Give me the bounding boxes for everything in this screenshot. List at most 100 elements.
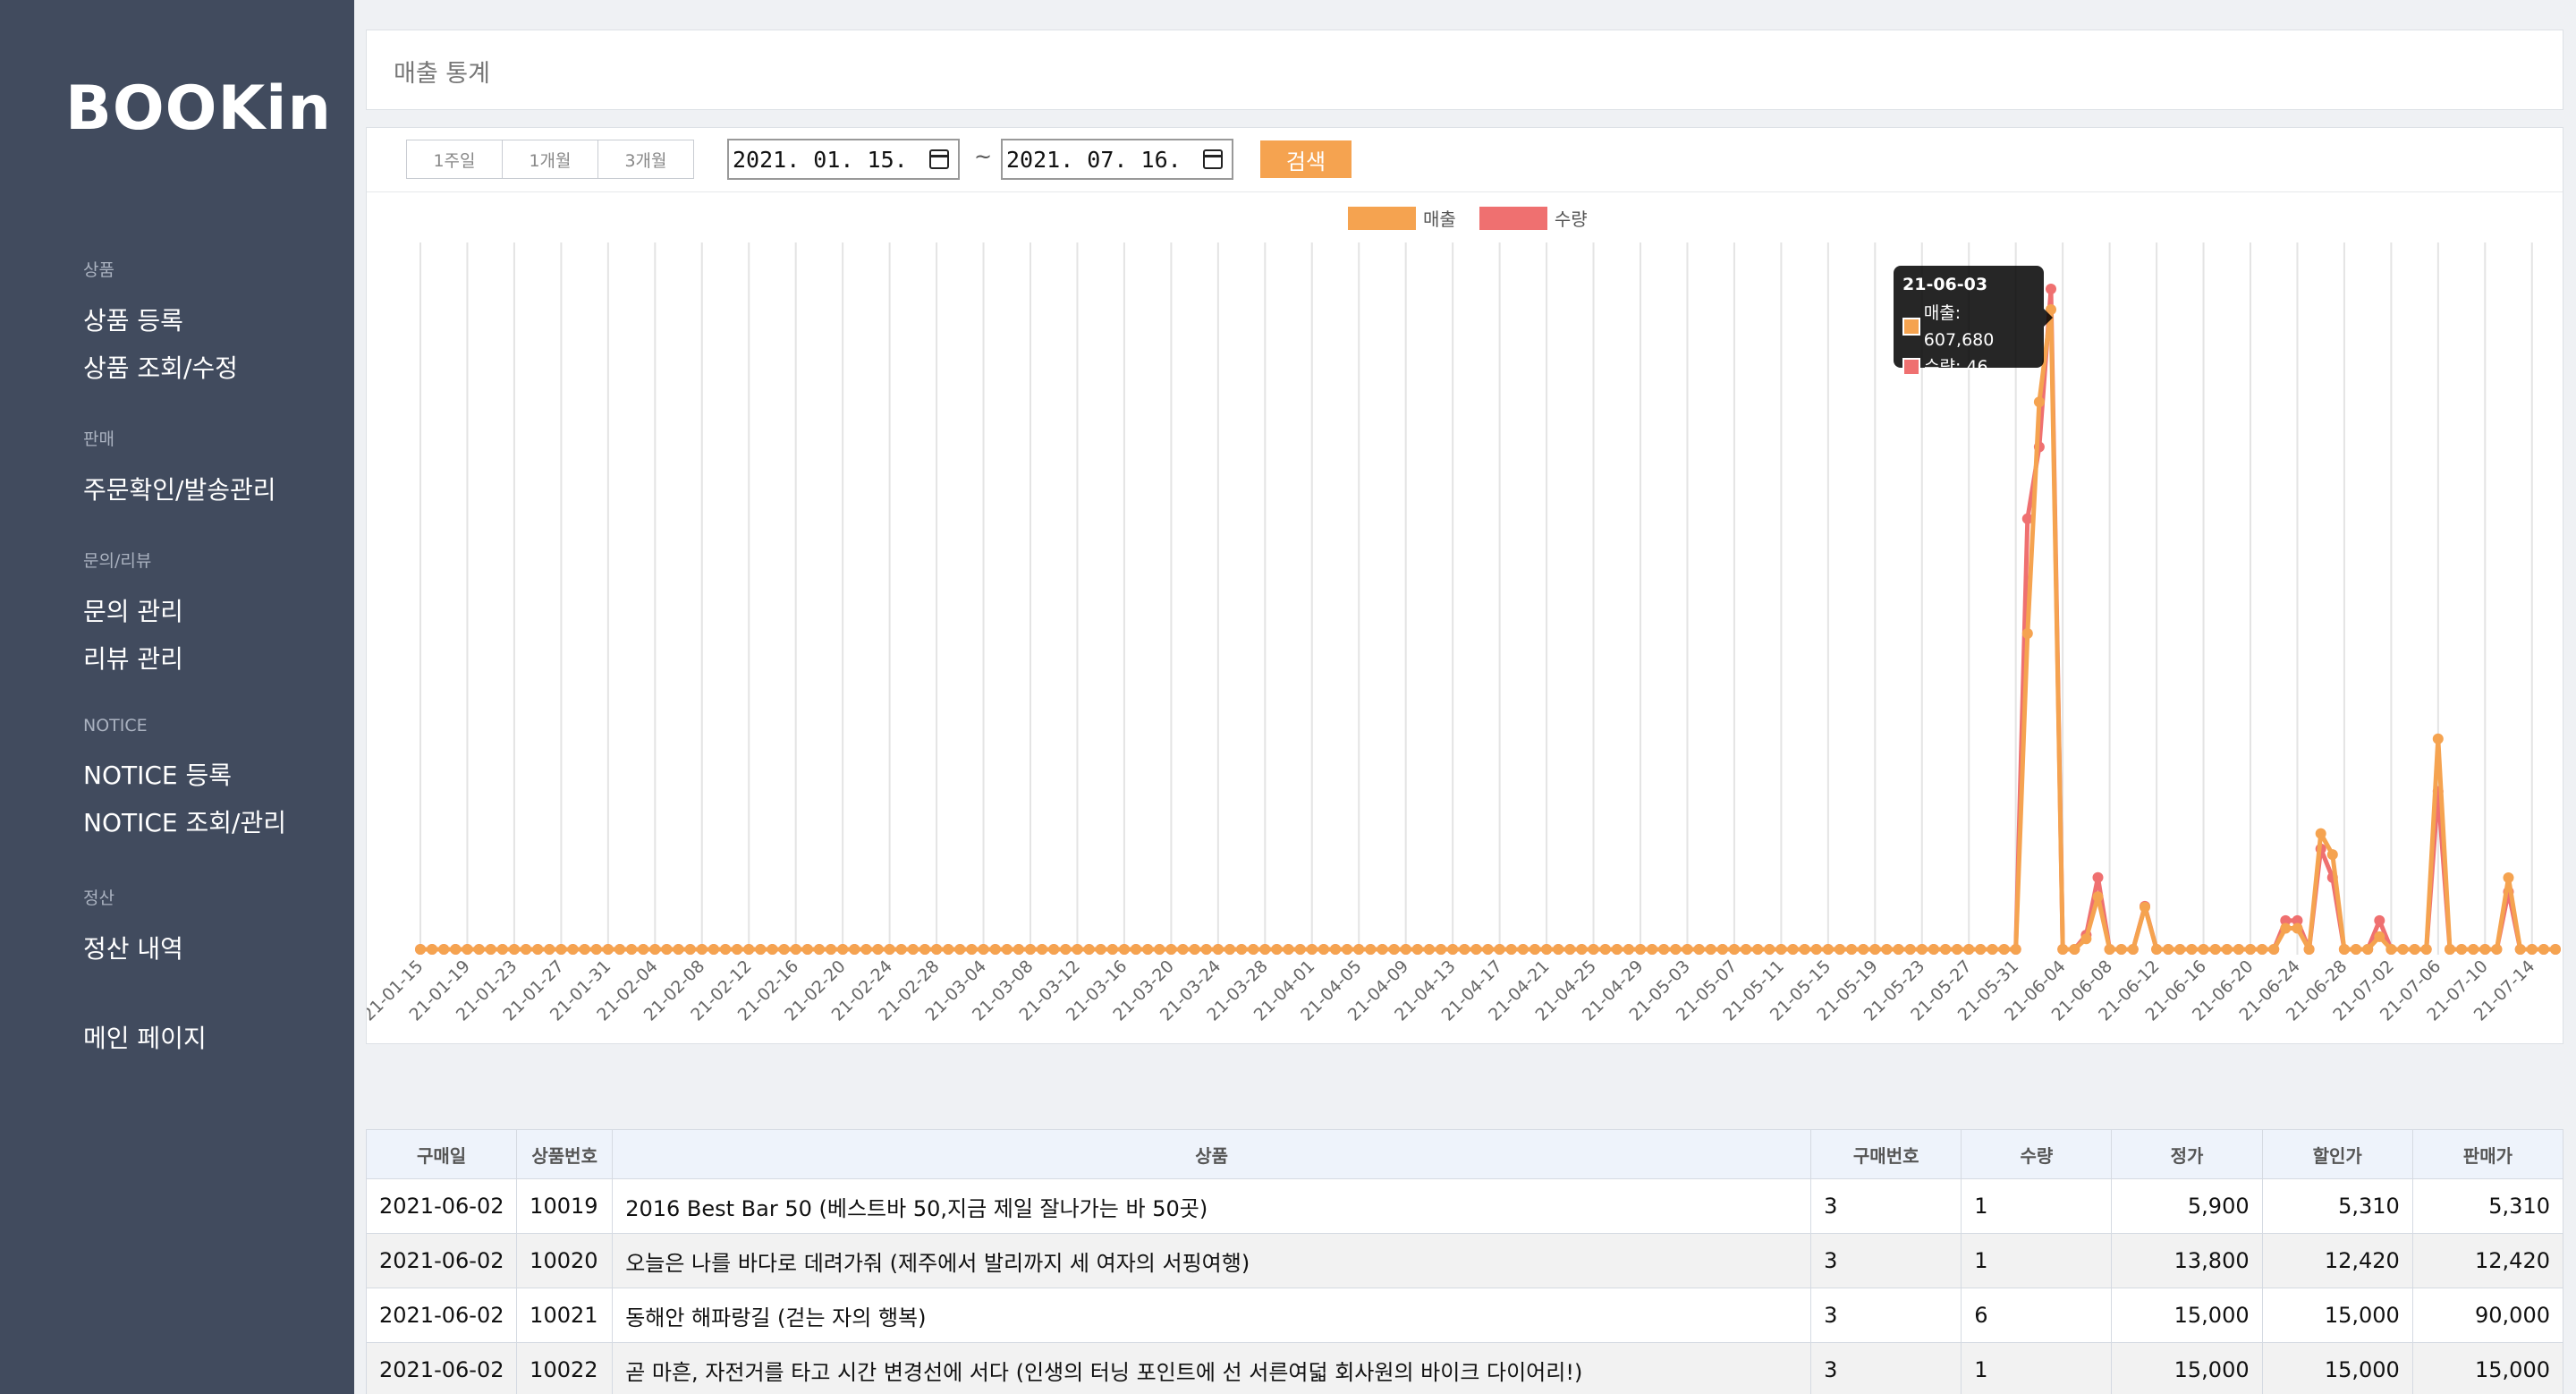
sidebar-item-notice-register[interactable]: NOTICE 등록	[83, 752, 286, 799]
legend-swatch-sales[interactable]	[1348, 206, 1416, 230]
table-cell: 5,900	[2111, 1178, 2263, 1234]
data-point	[1658, 944, 1670, 955]
data-point	[1165, 944, 1177, 955]
table-cell: 15,000	[2111, 1342, 2263, 1394]
data-point	[590, 944, 602, 955]
data-point	[1025, 944, 1036, 955]
data-point	[1037, 944, 1048, 955]
table-cell: 2021-06-02	[365, 1178, 518, 1234]
data-point	[1106, 944, 1118, 955]
table-cell: 15,000	[2261, 1288, 2413, 1343]
data-point	[1682, 944, 1693, 955]
data-point	[907, 944, 919, 955]
data-point	[544, 944, 555, 955]
data-point	[2021, 628, 2033, 639]
data-point	[1330, 944, 1341, 955]
table-row[interactable]: 2021-06-02 10020 오늘은 나를 바다로 데려가줘 (제주에서 발리까…	[365, 1233, 2564, 1288]
nav-section-settlement: 정산 정산 내역	[83, 885, 183, 973]
tooltip-row-sales: 매출: 607,680	[1902, 300, 2035, 353]
data-point	[2468, 944, 2479, 955]
data-point	[1095, 944, 1106, 955]
sidebar-item-settlement[interactable]: 정산 내역	[83, 925, 183, 973]
column-header: 상품	[612, 1129, 1812, 1179]
sidebar-item-product-register[interactable]: 상품 등록	[83, 297, 238, 344]
table-cell: 10020	[516, 1233, 614, 1288]
data-point	[1377, 944, 1388, 955]
data-point	[1294, 944, 1306, 955]
table-cell: 1	[1961, 1342, 2113, 1394]
table-cell: 3	[1810, 1178, 1962, 1234]
data-point	[1752, 944, 1764, 955]
table-cell: 15,000	[2111, 1288, 2263, 1343]
data-point	[415, 944, 426, 955]
data-point	[1271, 944, 1283, 955]
table-cell: 오늘은 나를 바다로 데려가줘 (제주에서 발리까지 세 여자의 서핑여행)	[612, 1233, 1812, 1288]
column-header: 구매번호	[1810, 1129, 1962, 1179]
data-point	[743, 944, 755, 955]
data-point	[837, 944, 849, 955]
data-point	[943, 944, 954, 955]
data-point	[872, 944, 884, 955]
data-point	[2127, 944, 2139, 955]
data-point	[521, 944, 531, 955]
data-point	[2092, 871, 2104, 883]
data-point	[508, 944, 520, 955]
sidebar-item-inquiry[interactable]: 문의 관리	[83, 588, 183, 635]
data-point	[2151, 944, 2163, 955]
data-point	[931, 944, 943, 955]
table-cell: 10019	[516, 1178, 614, 1234]
legend-label-quantity: 수량	[1554, 208, 1588, 230]
data-point	[1060, 944, 1072, 955]
table-row[interactable]: 2021-06-02 10019 2016 Best Bar 50 (베스트바 50…	[365, 1178, 2564, 1234]
data-point	[2514, 944, 2526, 955]
data-point	[1893, 944, 1904, 955]
data-point	[567, 944, 579, 955]
data-point	[778, 944, 790, 955]
data-point	[1846, 944, 1858, 955]
table-row[interactable]: 2021-06-02 10022 곧 마흔, 자전거를 타고 시간 변경선에 서다 …	[365, 1342, 2564, 1394]
data-point	[1835, 944, 1845, 955]
column-header: 정가	[2111, 1129, 2263, 1179]
data-point	[1517, 944, 1529, 955]
data-point	[1987, 944, 1998, 955]
data-point	[2033, 396, 2045, 408]
data-point	[884, 944, 895, 955]
data-point	[1611, 944, 1623, 955]
data-point	[966, 944, 978, 955]
data-point	[1928, 944, 1939, 955]
data-point	[708, 944, 719, 955]
sidebar-item-review[interactable]: 리뷰 관리	[83, 635, 183, 683]
data-point	[1858, 944, 1869, 955]
sales-table: 구매일 상품번호 상품 구매번호 수량 정가 할인가 판매가 2021-06-0…	[365, 1129, 2564, 1394]
app-logo[interactable]: BOOKin	[65, 73, 332, 144]
data-point	[2362, 944, 2374, 955]
table-cell: 2016 Best Bar 50 (베스트바 50,지금 제일 잘나가는 바 5…	[612, 1178, 1812, 1234]
data-point	[2374, 931, 2385, 942]
data-point	[1904, 944, 1916, 955]
table-cell: 5,310	[2261, 1178, 2413, 1234]
data-point	[978, 944, 989, 955]
data-point	[1118, 944, 1130, 955]
data-point	[496, 944, 508, 955]
sidebar-item-main-page[interactable]: 메인 페이지	[83, 1015, 207, 1062]
data-point	[438, 944, 450, 955]
data-point	[1952, 944, 1963, 955]
sidebar-item-notice-list[interactable]: NOTICE 조회/관리	[83, 799, 286, 846]
data-point	[2163, 944, 2174, 955]
legend-swatch-quantity[interactable]	[1479, 206, 1547, 230]
data-point	[1436, 944, 1446, 955]
data-point	[1142, 944, 1154, 955]
tooltip-row-quantity: 수량: 46	[1902, 353, 2035, 380]
data-point	[1459, 944, 1470, 955]
data-point	[1530, 944, 1540, 955]
data-point	[1400, 944, 1411, 955]
table-row[interactable]: 2021-06-02 10021 동해안 해파랑길 (걷는 자의 행복) 3 6 15,0…	[365, 1288, 2564, 1343]
sidebar-item-product-list[interactable]: 상품 조회/수정	[83, 344, 238, 392]
data-point	[2209, 944, 2221, 955]
data-point	[1048, 944, 1060, 955]
sidebar-item-orders[interactable]: 주문확인/발송관리	[83, 466, 276, 514]
column-header: 상품번호	[516, 1129, 614, 1179]
data-point	[1741, 944, 1751, 955]
data-point	[1072, 944, 1083, 955]
data-point	[1342, 944, 1353, 955]
